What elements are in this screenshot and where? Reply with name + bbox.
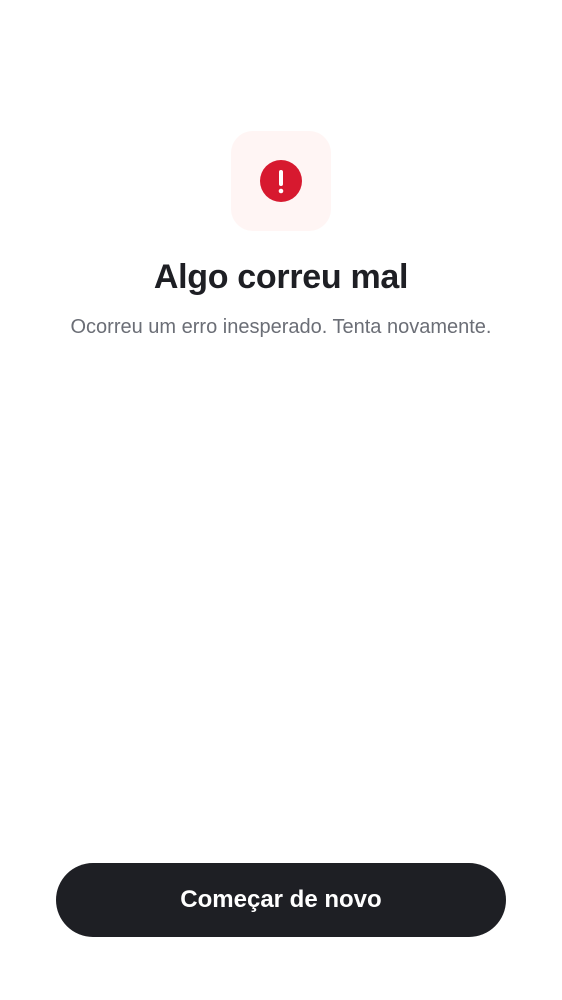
error-icon-container xyxy=(231,131,331,231)
alert-circle-icon xyxy=(260,160,302,202)
error-message: Ocorreu um erro inesperado. Tenta novame… xyxy=(70,316,492,338)
error-screen: Algo correu mal Ocorreu um erro inespera… xyxy=(0,0,562,1000)
error-title: Algo correu mal xyxy=(153,258,409,296)
restart-button[interactable]: Começar de novo xyxy=(56,863,506,937)
